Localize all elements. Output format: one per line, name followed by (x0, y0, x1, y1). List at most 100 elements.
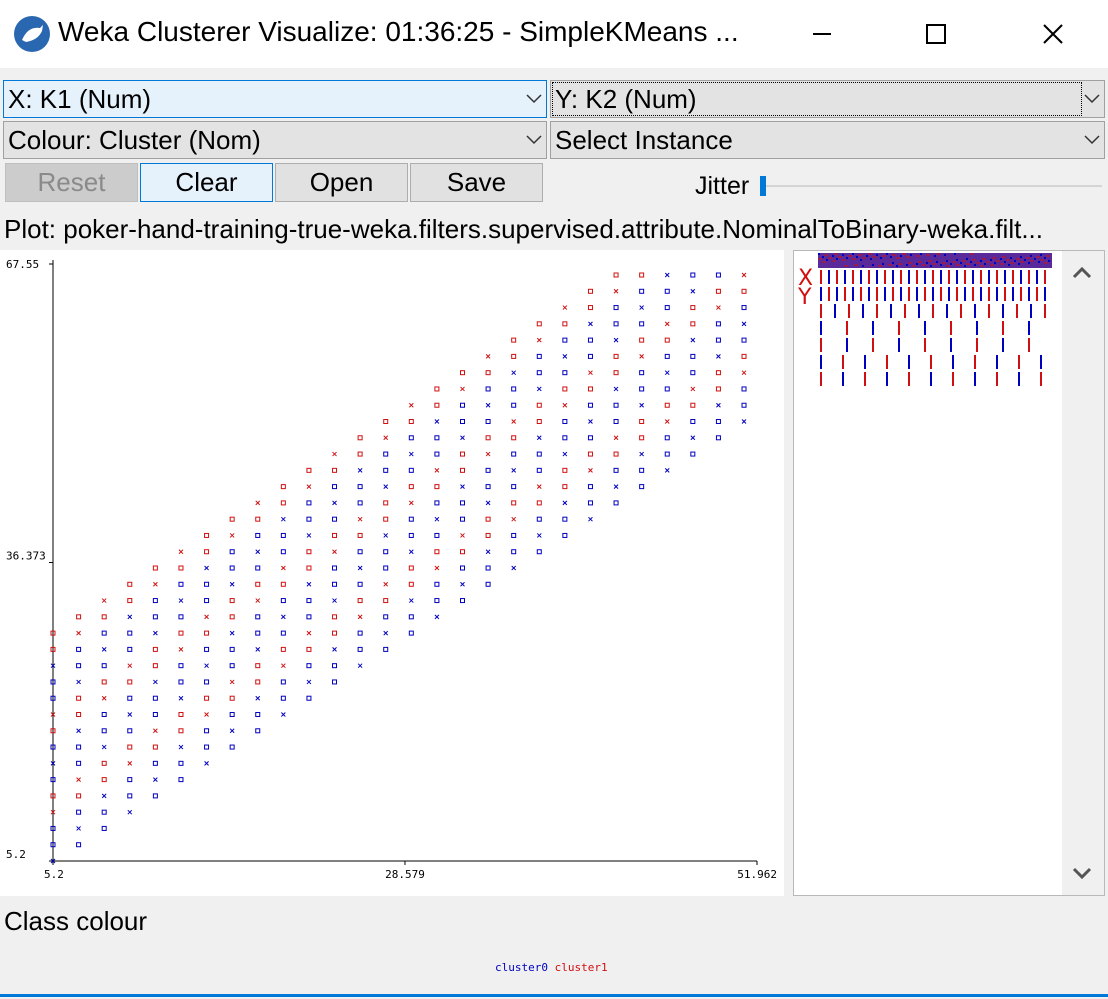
attribute-strip-mark[interactable] (1040, 355, 1042, 369)
attribute-strip-mark[interactable] (1027, 257, 1029, 259)
attribute-strip-mark[interactable] (828, 270, 830, 284)
attribute-strip-mark[interactable] (843, 259, 845, 261)
attribute-strip-mark[interactable] (956, 287, 958, 301)
attribute-strip-mark[interactable] (952, 372, 954, 386)
attribute-strip-mark[interactable] (924, 321, 926, 335)
attribute-strip-mark[interactable] (1038, 261, 1040, 263)
attribute-strip-mark[interactable] (853, 258, 855, 260)
attribute-strip-mark[interactable] (993, 257, 995, 259)
attribute-strip-mark[interactable] (974, 264, 976, 266)
attribute-strip-mark[interactable] (1044, 257, 1046, 259)
attribute-strip-mark[interactable] (1045, 262, 1047, 264)
attribute-strip-mark[interactable] (1002, 321, 1004, 335)
attribute-strip-mark[interactable] (828, 287, 830, 301)
attribute-strip-mark[interactable] (890, 256, 892, 258)
attribute-strip-mark[interactable] (886, 355, 888, 369)
attribute-strip-mark[interactable] (910, 254, 912, 256)
scatter-plot[interactable]: 5.2 36.373 67.55 5.2 28.579 51.962 (0, 250, 784, 896)
attribute-strip-mark[interactable] (1036, 287, 1038, 301)
scroll-down-icon[interactable] (1072, 867, 1092, 880)
attribute-strip-mark[interactable] (908, 270, 910, 284)
attribute-strip-mark[interactable] (932, 270, 934, 284)
attribute-strip-mark[interactable] (880, 257, 882, 259)
attribute-strip-mark[interactable] (876, 287, 878, 301)
attribute-strip-mark[interactable] (907, 256, 909, 258)
attribute-strip-mark[interactable] (906, 264, 908, 266)
attribute-strip-mark[interactable] (819, 258, 821, 260)
select-instance-select[interactable]: Select Instance (550, 121, 1105, 159)
attribute-strip-mark[interactable] (996, 270, 998, 284)
attribute-strip-mark[interactable] (930, 372, 932, 386)
attribute-strip-mark[interactable] (900, 255, 902, 257)
attribute-strip-mark[interactable] (842, 355, 844, 369)
attribute-strips[interactable]: XY (794, 251, 1062, 895)
attribute-strip-mark[interactable] (964, 270, 966, 284)
attribute-strip-mark[interactable] (892, 270, 894, 284)
attribute-strip-mark[interactable] (860, 270, 862, 284)
reset-button[interactable]: Reset (5, 163, 138, 202)
attribute-strip-mark[interactable] (916, 270, 918, 284)
attribute-strip-mark[interactable] (966, 258, 968, 260)
attribute-strip-mark[interactable] (852, 253, 854, 255)
attribute-strip-mark[interactable] (1028, 262, 1030, 264)
attribute-strip-mark[interactable] (1031, 260, 1033, 262)
attribute-strip-mark[interactable] (1028, 287, 1030, 301)
attribute-strip-mark[interactable] (903, 253, 905, 255)
attribute-strip-mark[interactable] (845, 265, 847, 267)
attribute-strip-mark[interactable] (897, 257, 899, 259)
attribute-strip-mark[interactable] (844, 270, 846, 284)
attribute-strip-mark[interactable] (937, 253, 939, 255)
attribute-strip-mark[interactable] (846, 321, 848, 335)
scroll-up-icon[interactable] (1072, 266, 1092, 279)
attribute-strip-mark[interactable] (991, 264, 993, 266)
attribute-strip-mark[interactable] (896, 265, 898, 267)
attribute-strip-mark[interactable] (1012, 287, 1014, 301)
attribute-strip-mark[interactable] (1011, 262, 1013, 264)
attribute-strip-mark[interactable] (940, 264, 942, 266)
attribute-strip-mark[interactable] (876, 304, 878, 318)
attribute-strip-mark[interactable] (924, 287, 926, 301)
attribute-strip-mark[interactable] (870, 258, 872, 260)
attribute-strip-mark[interactable] (1016, 304, 1018, 318)
attribute-strip-mark[interactable] (842, 372, 844, 386)
attribute-strip-mark[interactable] (1000, 258, 1002, 260)
attribute-strip-mark[interactable] (872, 321, 874, 335)
attribute-strip-mark[interactable] (1008, 264, 1010, 266)
attribute-strip-mark[interactable] (862, 304, 864, 318)
attribute-strip-mark[interactable] (1030, 304, 1032, 318)
attribute-strip-mark[interactable] (929, 260, 931, 262)
attribute-strip-mark[interactable] (956, 270, 958, 284)
attribute-strip-mark[interactable] (980, 270, 982, 284)
attribute-strip-mark[interactable] (1044, 304, 1046, 318)
attribute-strip-mark[interactable] (846, 338, 848, 352)
attribute-strip-mark[interactable] (820, 270, 822, 284)
attribute-strip-mark[interactable] (860, 287, 862, 301)
attribute-strip-mark[interactable] (852, 287, 854, 301)
attribute-strip-mark[interactable] (933, 263, 935, 265)
attribute-strip-mark[interactable] (916, 263, 918, 265)
attribute-strip-mark[interactable] (836, 258, 838, 260)
attribute-strip-mark[interactable] (884, 270, 886, 284)
attribute-strip-mark[interactable] (940, 270, 942, 284)
attribute-strip-mark[interactable] (916, 287, 918, 301)
attribute-strip-mark[interactable] (898, 338, 900, 352)
attribute-strip-mark[interactable] (913, 265, 915, 267)
attribute-strip-mark[interactable] (974, 372, 976, 386)
attribute-strip-mark[interactable] (976, 321, 978, 335)
attribute-strip-mark[interactable] (990, 259, 992, 261)
attribute-strip-mark[interactable] (900, 270, 902, 284)
attribute-strip-mark[interactable] (948, 270, 950, 284)
attribute-strip-mark[interactable] (898, 321, 900, 335)
attribute-strip-mark[interactable] (1030, 255, 1032, 257)
legend-item-cluster0[interactable]: cluster0 (495, 961, 548, 974)
attribute-strip-mark[interactable] (882, 263, 884, 265)
attribute-strip-mark[interactable] (996, 287, 998, 301)
attribute-strip-mark[interactable] (1020, 256, 1022, 258)
attribute-strip-mark[interactable] (934, 255, 936, 257)
attribute-strip-mark[interactable] (954, 253, 956, 255)
attribute-strip-mark[interactable] (890, 304, 892, 318)
attribute-strip-mark[interactable] (1024, 259, 1026, 261)
attribute-strip-mark[interactable] (930, 355, 932, 369)
attribute-strip-mark[interactable] (879, 265, 881, 267)
attribute-strip-mark[interactable] (1044, 287, 1046, 301)
